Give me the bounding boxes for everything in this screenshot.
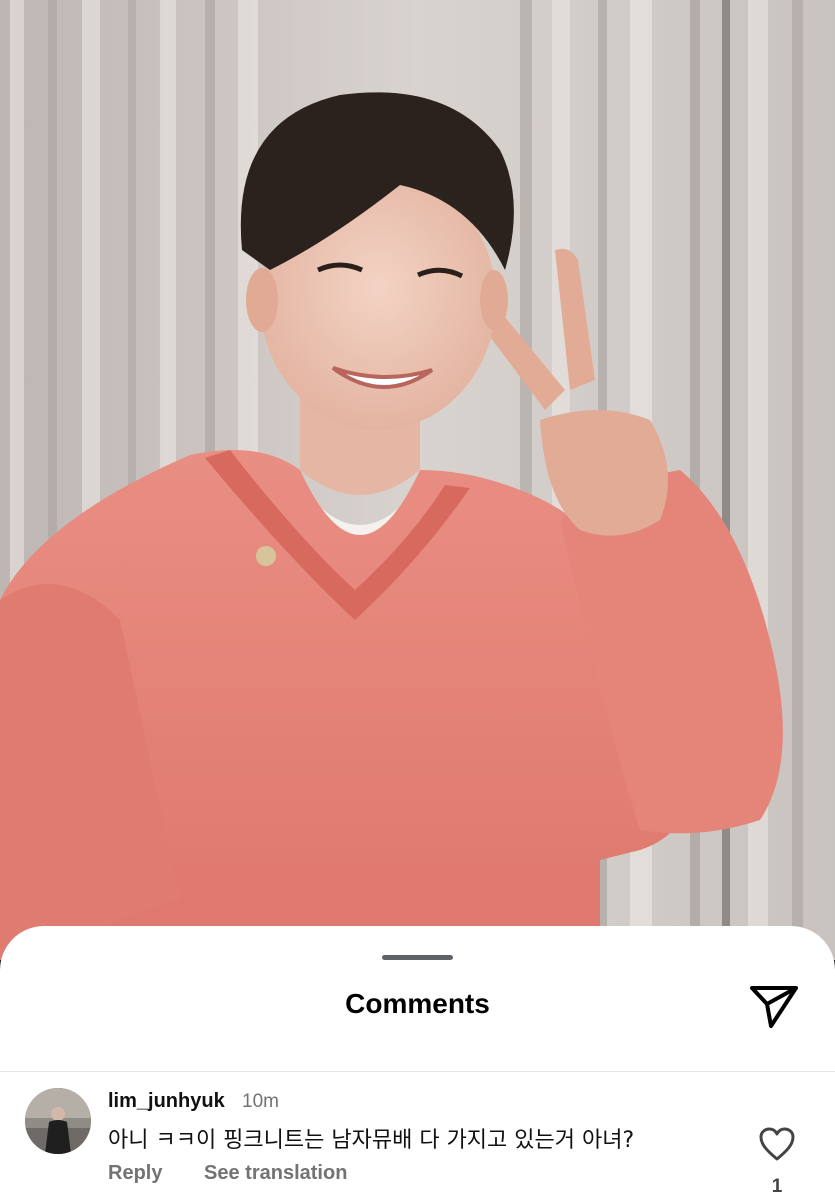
comment-username[interactable]: lim_junhyuk xyxy=(108,1090,225,1113)
heart-icon xyxy=(759,1127,795,1161)
avatar[interactable] xyxy=(25,1088,91,1154)
like-count: 1 xyxy=(771,1176,783,1197)
send-button[interactable] xyxy=(748,982,800,1030)
paper-plane-icon xyxy=(750,986,798,1028)
post-photo xyxy=(0,0,835,960)
sheet-title: Comments xyxy=(345,988,490,1019)
comment-timestamp: 10m xyxy=(242,1091,279,1112)
screen: Comments lim_junhyuk 10m 아니 ㅋㅋ이 핑크니트는 남자… xyxy=(0,0,835,1200)
reply-button[interactable]: Reply xyxy=(108,1162,162,1185)
see-translation-button[interactable]: See translation xyxy=(204,1162,347,1185)
comment-text: 아니 ㅋㅋ이 핑크니트는 남자뮤배 다 가지고 있는거 아녀? xyxy=(108,1128,635,1153)
comment-actions: Reply See translation xyxy=(108,1162,347,1185)
comments-sheet: Comments lim_junhyuk 10m 아니 ㅋㅋ이 핑크니트는 남자… xyxy=(0,926,835,1200)
drag-handle[interactable] xyxy=(382,955,453,960)
divider xyxy=(0,1071,835,1072)
like-button[interactable] xyxy=(758,1126,796,1162)
